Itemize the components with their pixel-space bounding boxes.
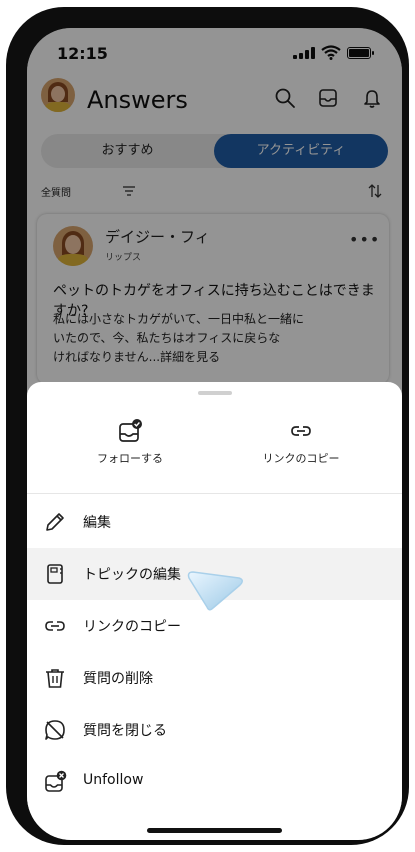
- menu-item-close-question[interactable]: 質問を閉じる: [27, 704, 402, 756]
- menu-item-label: 質問の削除: [83, 671, 153, 687]
- menu-item-label: 質問を閉じる: [83, 723, 167, 739]
- home-indicator[interactable]: [147, 828, 282, 833]
- trash-icon: [46, 669, 64, 688]
- menu-item-unfollow[interactable]: Unfollow: [27, 756, 402, 808]
- sheet-drag-handle[interactable]: [198, 391, 232, 395]
- divider: [27, 493, 402, 494]
- link-icon: [291, 426, 311, 436]
- pencil-icon: [46, 513, 64, 531]
- follow-label: フォローする: [97, 452, 163, 465]
- screen: 12:15 Answers おすすめ アクティビティ 全質問 デイジー・フィ リ…: [27, 28, 402, 840]
- follow-inbox-check-icon: [119, 419, 142, 442]
- pointer-cursor-icon: [187, 571, 243, 611]
- follow-action[interactable]: フォローする: [70, 412, 190, 472]
- unfollow-inbox-x-icon: [45, 770, 67, 792]
- topic-notebook-icon: [47, 564, 63, 584]
- menu-item-label: トピックの編集: [83, 567, 181, 583]
- menu-item-label: Unfollow: [83, 772, 144, 788]
- menu-item-label: 編集: [83, 515, 111, 531]
- menu-item-edit[interactable]: 編集: [27, 496, 402, 548]
- close-question-icon: [45, 720, 65, 740]
- copy-link-label: リンクのコピー: [262, 452, 340, 465]
- menu-item-label: リンクのコピー: [83, 619, 181, 635]
- link-icon: [45, 621, 65, 631]
- copy-link-action[interactable]: リンクのコピー: [241, 412, 361, 472]
- phone-frame: 12:15 Answers おすすめ アクティビティ 全質問 デイジー・フィ リ…: [6, 7, 409, 845]
- menu-item-delete-question[interactable]: 質問の削除: [27, 652, 402, 704]
